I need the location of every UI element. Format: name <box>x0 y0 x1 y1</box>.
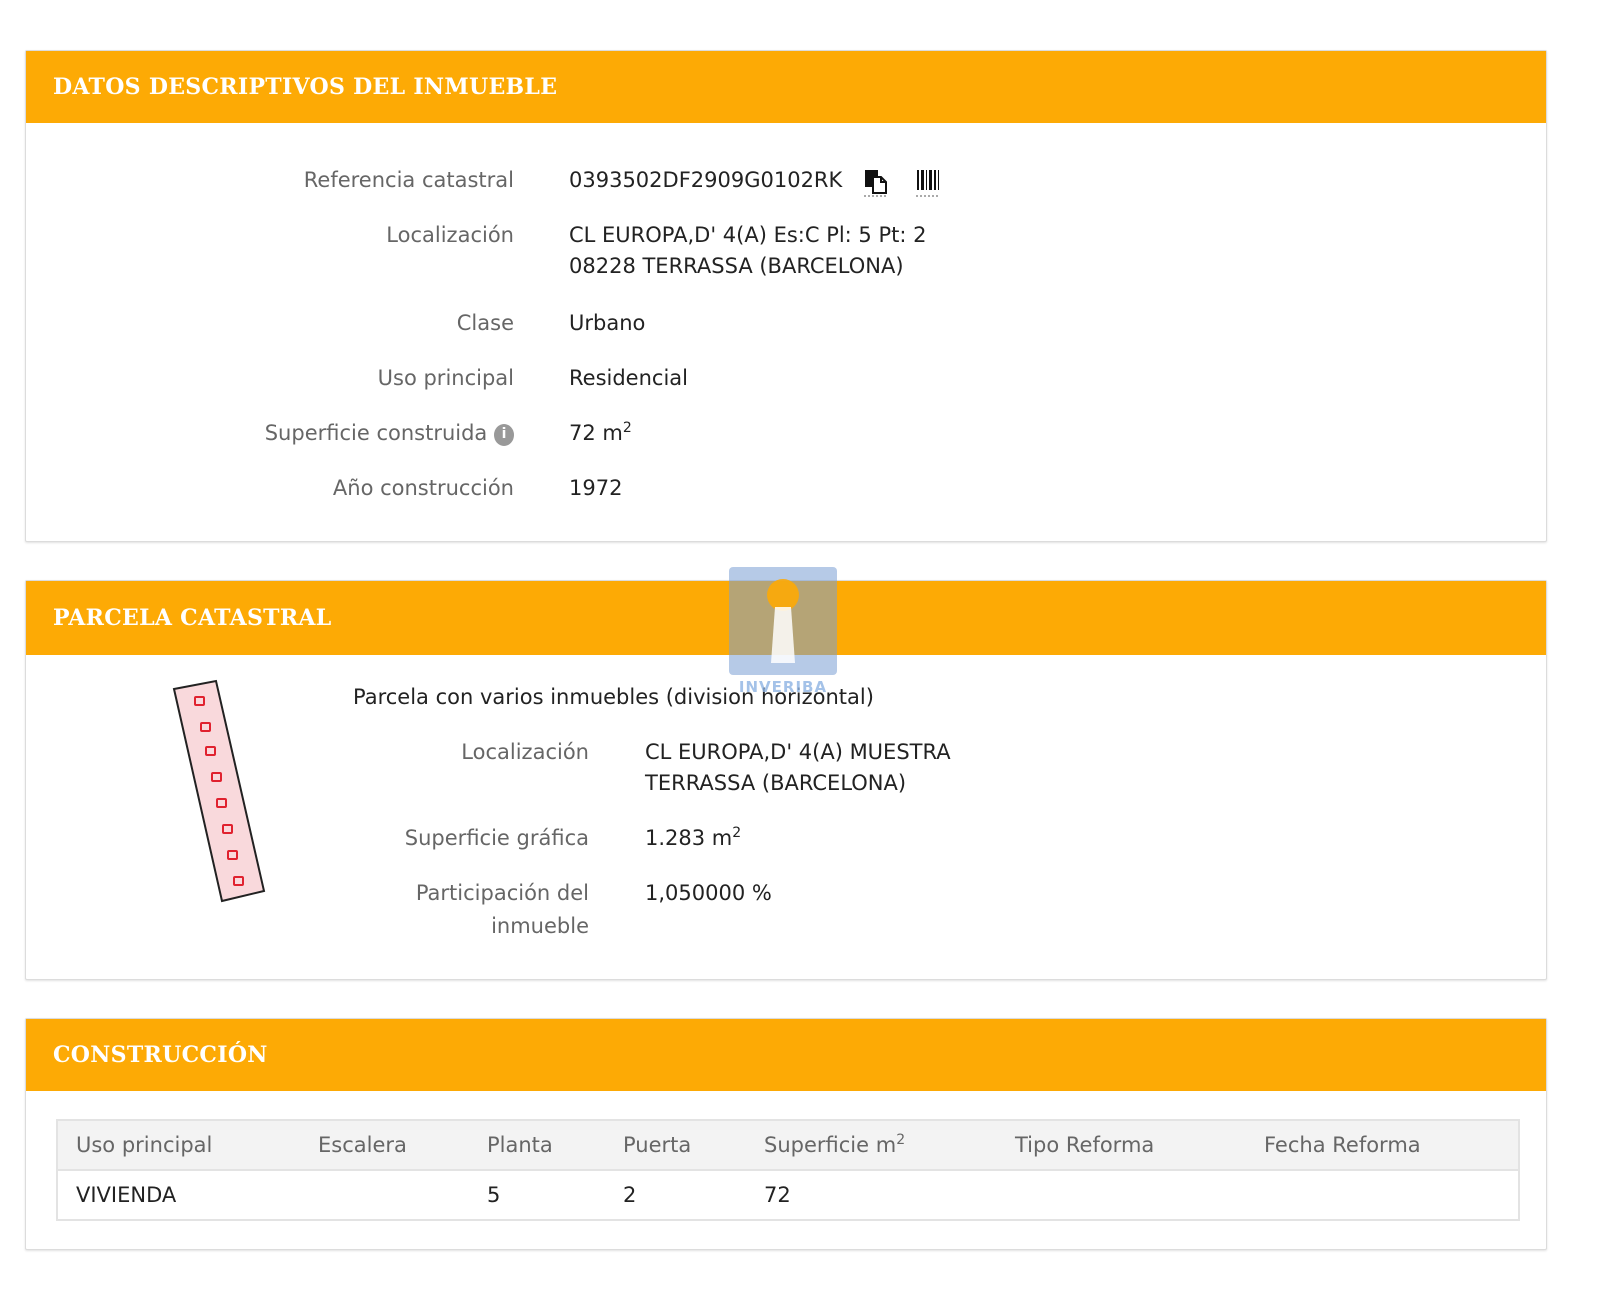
datos-header: DATOS DESCRIPTIVOS DEL INMUEBLE <box>26 51 1546 123</box>
col-superficie-label: Superficie m <box>764 1133 897 1157</box>
parcela-sup-value: 1.283 m <box>645 826 733 850</box>
cell-planta: 5 <box>469 1169 605 1220</box>
construccion-panel: CONSTRUCCIÓN Uso principal Escalera Plan… <box>25 1018 1547 1250</box>
col-planta: Planta <box>469 1120 605 1170</box>
anio-label: Año construcción <box>332 476 514 500</box>
parcela-sup-exp: 2 <box>732 825 742 841</box>
cell-fecha-reforma <box>1246 1169 1519 1220</box>
col-tipo-reforma: Tipo Reforma <box>997 1120 1246 1170</box>
sup-construida-label-row: Superficie construida i <box>26 418 514 449</box>
cell-escalera <box>300 1169 469 1220</box>
barcode-icon[interactable] <box>916 169 940 201</box>
table-header-row: Uso principal Escalera Planta Puerta Sup… <box>57 1120 1519 1170</box>
cell-tipo-reforma <box>997 1169 1246 1220</box>
watermark-logo: INVERIBA <box>729 567 837 697</box>
col-superficie: Superficie m2 <box>746 1120 997 1170</box>
col-uso: Uso principal <box>57 1120 300 1170</box>
parcela-loc-line2: TERRASSA (BARCELONA) <box>645 771 907 795</box>
col-puerta: Puerta <box>605 1120 746 1170</box>
ref-value[interactable]: 0393502DF2909G0102RK <box>569 165 842 196</box>
col-superficie-exp: 2 <box>896 1132 906 1148</box>
watermark-text: INVERIBA <box>738 678 828 696</box>
cell-superficie: 72 <box>746 1169 997 1220</box>
uso-label: Uso principal <box>377 366 514 390</box>
sup-construida-label: Superficie construida <box>264 421 488 445</box>
parcela-sup-label: Superficie gráfica <box>404 826 589 850</box>
parcela-part-value: 1,050000 % <box>645 881 772 905</box>
copy-icon[interactable] <box>864 169 888 201</box>
sup-construida-value-row: 72 m2 <box>569 418 632 449</box>
col-escalera: Escalera <box>300 1120 469 1170</box>
info-icon[interactable]: i <box>494 424 514 446</box>
clase-value: Urbano <box>569 311 646 335</box>
parcela-part-label-2: inmueble <box>491 914 589 938</box>
datos-panel: DATOS DESCRIPTIVOS DEL INMUEBLE Referenc… <box>25 50 1547 542</box>
anio-value: 1972 <box>569 476 623 500</box>
parcela-loc-label: Localización <box>461 740 589 764</box>
col-fecha-reforma: Fecha Reforma <box>1246 1120 1519 1170</box>
construccion-header: CONSTRUCCIÓN <box>26 1019 1546 1091</box>
parcel-map-thumbnail[interactable] <box>166 679 276 909</box>
loc-line2: 08228 TERRASSA (BARCELONA) <box>569 254 904 278</box>
loc-label: Localización <box>386 223 514 247</box>
table-row: VIVIENDA 5 2 72 <box>57 1169 1519 1220</box>
sup-construida-exp: 2 <box>622 420 632 436</box>
construccion-table: Uso principal Escalera Planta Puerta Sup… <box>56 1119 1520 1221</box>
uso-value: Residencial <box>569 366 688 390</box>
ref-label: Referencia catastral <box>303 168 514 192</box>
parcela-loc-line1: CL EUROPA,D' 4(A) MUESTRA <box>645 740 951 764</box>
clase-label: Clase <box>456 311 514 335</box>
cell-puerta: 2 <box>605 1169 746 1220</box>
parcela-sup-value-row: 1.283 m2 <box>645 823 741 854</box>
cell-uso: VIVIENDA <box>57 1169 300 1220</box>
loc-line1: CL EUROPA,D' 4(A) Es:C Pl: 5 Pt: 2 <box>569 223 927 247</box>
sup-construida-value: 72 m <box>569 421 623 445</box>
parcela-part-label-1: Participación del <box>415 881 589 905</box>
